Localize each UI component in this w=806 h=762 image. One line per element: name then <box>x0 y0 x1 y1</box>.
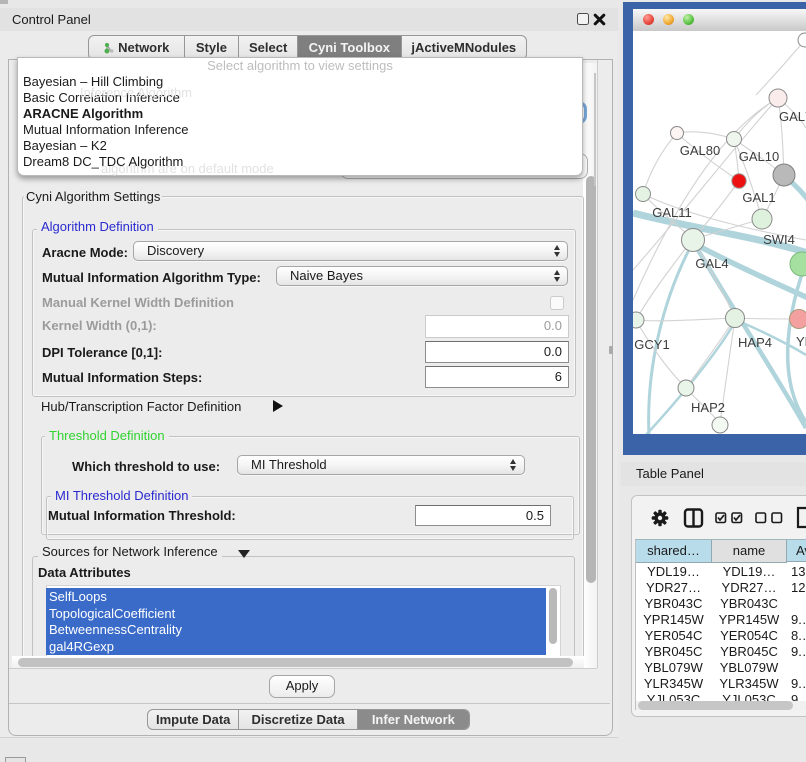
svg-text:GAL80: GAL80 <box>680 143 720 158</box>
svg-text:HAP2: HAP2 <box>691 400 725 415</box>
svg-text:GAL1: GAL1 <box>742 190 775 205</box>
svg-text:GAL7: GAL7 <box>779 109 806 124</box>
svg-text:GAL10: GAL10 <box>739 149 779 164</box>
svg-text:SWI4: SWI4 <box>763 232 795 247</box>
svg-text:GAL4: GAL4 <box>695 256 728 271</box>
svg-text:HAP4: HAP4 <box>738 335 772 350</box>
svg-text:YM: YM <box>796 334 806 349</box>
svg-text:GAL11: GAL11 <box>652 205 692 220</box>
svg-text:GCY1: GCY1 <box>634 337 669 352</box>
